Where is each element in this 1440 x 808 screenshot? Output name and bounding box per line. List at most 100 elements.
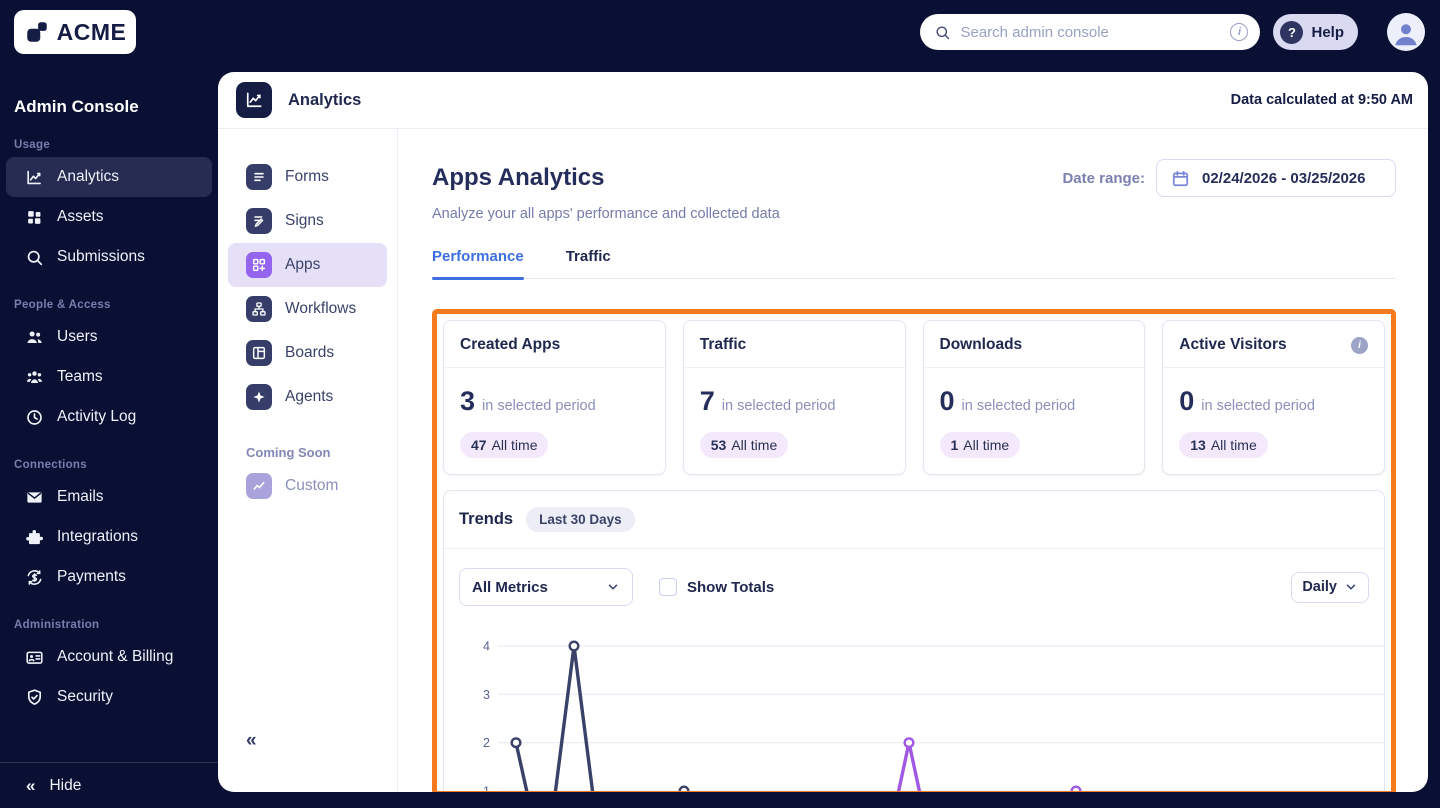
logo-squares-icon	[26, 22, 47, 42]
sidebar-item-label: Payments	[57, 568, 126, 585]
sidebar-item-assets[interactable]: Assets	[6, 197, 212, 237]
subnav-item-workflows[interactable]: Workflows	[228, 287, 387, 331]
sidebar-item-payments[interactable]: Payments	[6, 557, 212, 597]
id-card-icon	[24, 647, 44, 667]
activity-icon	[24, 407, 44, 427]
alltime-label: All time	[491, 437, 538, 453]
alltime-value: 53	[710, 437, 727, 453]
alltime-value: 47	[471, 437, 487, 453]
page-title: Apps Analytics	[432, 164, 605, 191]
stat-title: Downloads	[939, 336, 1023, 353]
logo-text: ACME	[56, 18, 127, 45]
show-totals-toggle[interactable]: Show Totals	[659, 578, 774, 596]
trends-title: Trends	[459, 510, 514, 528]
search-icon	[936, 25, 950, 39]
sidebar-item-activity-log[interactable]: Activity Log	[6, 397, 212, 437]
agents-icon	[246, 384, 272, 410]
users-icon	[24, 327, 44, 347]
highlighted-region: Created Apps 3 in selected period 47 All …	[432, 309, 1396, 792]
sidebar-item-teams[interactable]: Teams	[6, 357, 212, 397]
assets-icon	[24, 207, 44, 227]
analytics-header-icon	[236, 82, 272, 118]
trends-chart-area: 4 3 2 1	[444, 623, 1384, 791]
sidebar-item-integrations[interactable]: Integrations	[6, 517, 212, 557]
date-range-picker[interactable]: 02/24/2026 - 03/25/2026	[1156, 159, 1396, 197]
help-button[interactable]: ? Help	[1273, 14, 1358, 50]
interval-select[interactable]: Daily	[1291, 571, 1369, 603]
sidebar-item-account-billing[interactable]: Account & Billing	[6, 637, 212, 677]
sidebar-item-label: Teams	[57, 368, 103, 385]
subnav-item-apps[interactable]: Apps	[228, 243, 387, 287]
subnav-item-label: Custom	[285, 477, 339, 494]
subnav-item-label: Workflows	[285, 300, 357, 317]
stat-cards-row: Created Apps 3 in selected period 47 All …	[443, 320, 1385, 475]
help-label: Help	[1311, 23, 1344, 41]
stat-card-downloads: Downloads 0 in selected period 1 All time	[922, 320, 1146, 475]
info-icon[interactable]: i	[1351, 336, 1368, 354]
section-label-usage: Usage	[14, 139, 51, 151]
section-label-administration: Administration	[14, 619, 100, 631]
show-totals-label: Show Totals	[687, 578, 775, 596]
svg-text:4: 4	[483, 640, 490, 654]
alltime-badge: 1 All time	[939, 432, 1021, 458]
stat-card-created-apps: Created Apps 3 in selected period 47 All …	[443, 320, 666, 475]
metrics-filter-select[interactable]: All Metrics	[459, 568, 633, 606]
alltime-label: All time	[963, 437, 1010, 453]
panel-header: Analytics Data calculated at 9:50 AM	[218, 72, 1428, 129]
subnav-item-signs[interactable]: Signs	[228, 199, 387, 243]
search-info-icon[interactable]: i	[1230, 23, 1249, 41]
sidebar-item-submissions[interactable]: Submissions	[6, 237, 212, 277]
stat-card-traffic: Traffic 7 in selected period 53 All time	[682, 320, 906, 475]
payments-icon	[24, 567, 44, 587]
person-icon	[1395, 24, 1417, 46]
sidebar-title: Admin Console	[14, 97, 139, 116]
sidebar-item-label: Analytics	[57, 168, 120, 185]
stat-value: 7	[699, 386, 715, 416]
analytics-tabs: Performance Traffic	[432, 248, 1396, 280]
alltime-badge: 47 All time	[460, 432, 549, 458]
stat-title: Traffic	[699, 336, 747, 353]
product-subnav: Forms Signs Apps Workflows Boards Agents	[218, 129, 398, 792]
search-input[interactable]	[960, 23, 1231, 41]
subnav-item-label: Agents	[285, 388, 334, 405]
analytics-icon	[24, 167, 44, 187]
apps-icon	[246, 252, 272, 278]
date-range-label: Date range:	[1062, 169, 1145, 187]
admin-search[interactable]: i	[920, 14, 1261, 50]
envelope-icon	[24, 487, 44, 507]
chevron-down-icon	[1346, 584, 1356, 590]
coming-soon-label: Coming Soon	[246, 445, 331, 460]
user-avatar[interactable]	[1387, 13, 1425, 51]
sidebar: Admin Console Usage Analytics Assets Sub…	[0, 64, 218, 808]
subnav-item-forms[interactable]: Forms	[228, 155, 387, 199]
interval-value: Daily	[1302, 579, 1337, 595]
svg-text:2: 2	[483, 736, 490, 750]
sidebar-item-users[interactable]: Users	[6, 317, 212, 357]
calendar-icon	[1172, 170, 1189, 186]
subnav-item-boards[interactable]: Boards	[228, 331, 387, 375]
subnav-item-custom[interactable]: Custom	[228, 464, 387, 508]
stat-value: 0	[939, 386, 955, 416]
tab-traffic[interactable]: Traffic	[566, 248, 611, 278]
stat-value: 0	[1179, 386, 1195, 416]
subnav-item-label: Forms	[285, 168, 329, 185]
sidebar-item-security[interactable]: Security	[6, 677, 212, 717]
stat-period-label: in selected period	[961, 398, 1076, 414]
sidebar-item-label: Emails	[57, 488, 104, 505]
trends-range-badge: Last 30 Days	[526, 507, 635, 532]
acme-logo[interactable]: ACME	[14, 10, 136, 54]
trends-card: Trends Last 30 Days All Metrics Show Tot…	[443, 490, 1385, 791]
show-totals-checkbox[interactable]	[659, 578, 677, 596]
hide-sidebar-button[interactable]: « Hide	[0, 762, 218, 808]
tab-performance[interactable]: Performance	[432, 248, 524, 280]
subnav-item-agents[interactable]: Agents	[228, 375, 387, 419]
sidebar-item-emails[interactable]: Emails	[6, 477, 212, 517]
sidebar-item-label: Security	[57, 688, 113, 705]
alltime-label: All time	[731, 437, 778, 453]
stat-title: Active Visitors	[1179, 336, 1287, 353]
sidebar-item-analytics[interactable]: Analytics	[6, 157, 212, 197]
collapse-subnav-button[interactable]: «	[246, 730, 257, 752]
forms-icon	[246, 164, 272, 190]
custom-chart-icon	[246, 473, 272, 499]
stat-period-label: in selected period	[1201, 398, 1315, 414]
